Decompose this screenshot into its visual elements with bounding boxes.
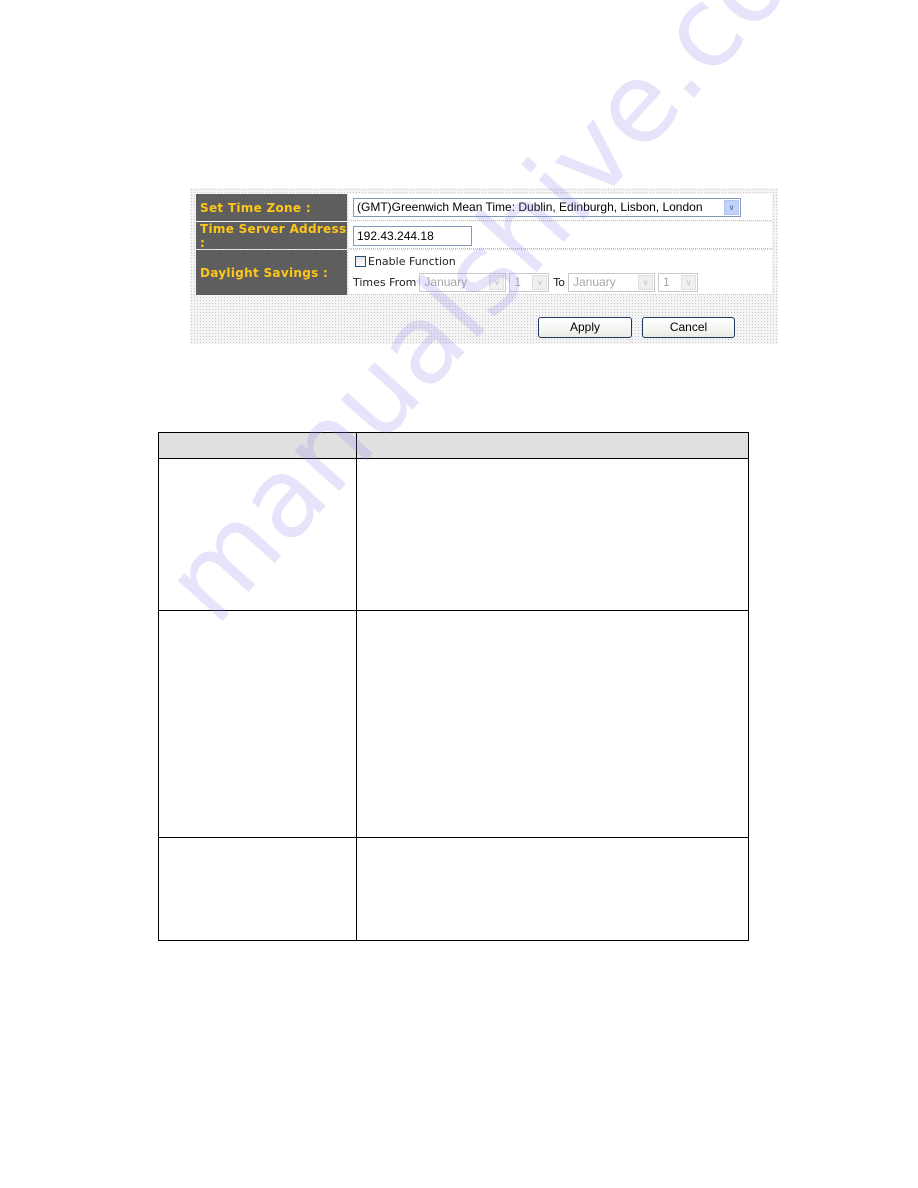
daylight-savings-label: Daylight Savings : [196,250,347,295]
daylight-savings-row: Daylight Savings : Enable Function Times… [196,250,772,295]
time-settings-form: Set Time Zone : (GMT)Greenwich Mean Time… [190,188,778,344]
table-row [158,837,749,941]
to-day-select[interactable]: 1 ∨ [658,273,698,292]
table-cell [158,610,357,838]
table-cell [356,610,749,838]
chevron-down-icon[interactable]: ∨ [724,200,739,215]
from-month-value: January [424,275,468,289]
time-zone-select[interactable]: (GMT)Greenwich Mean Time: Dublin, Edinbu… [353,198,741,217]
description-table [158,432,749,941]
cancel-button[interactable]: Cancel [642,317,735,338]
table-cell [356,837,749,941]
time-server-label: Time Server Address : [196,222,347,250]
time-server-cell: 192.43.244.18 [349,222,772,249]
chevron-down-icon[interactable]: ∨ [638,275,653,290]
daylight-times: Times From January ∨ 1 ∨ To January ∨ 1 … [353,273,698,292]
enable-function-option: Enable Function [355,255,456,268]
chevron-down-icon[interactable]: ∨ [681,275,696,290]
apply-button[interactable]: Apply [538,317,632,338]
time-server-input[interactable]: 192.43.244.18 [353,226,472,246]
enable-function-checkbox[interactable] [355,256,366,267]
time-zone-cell: (GMT)Greenwich Mean Time: Dublin, Edinbu… [349,194,772,221]
to-label: To [553,276,565,289]
enable-function-label: Enable Function [368,255,456,268]
table-cell [356,458,749,611]
times-from-label: Times From [353,276,417,289]
time-zone-row: Set Time Zone : (GMT)Greenwich Mean Time… [196,194,772,221]
from-day-select[interactable]: 1 ∨ [509,273,550,292]
to-month-select[interactable]: January ∨ [568,273,655,292]
from-month-select[interactable]: January ∨ [419,273,507,292]
from-day-value: 1 [514,275,522,289]
table-header-row [158,432,749,459]
time-server-row: Time Server Address : 192.43.244.18 [196,222,772,250]
to-month-value: January [573,275,616,289]
table-cell [158,458,357,611]
chevron-down-icon[interactable]: ∨ [532,275,548,290]
table-header-cell [158,432,357,459]
table-row [158,610,749,838]
chevron-down-icon[interactable]: ∨ [489,275,505,290]
table-cell [158,837,357,941]
daylight-savings-cell: Enable Function Times From January ∨ 1 ∨… [349,250,772,295]
table-header-cell [356,432,749,459]
time-zone-label: Set Time Zone : [196,194,347,221]
table-row [158,458,749,611]
time-zone-selected: (GMT)Greenwich Mean Time: Dublin, Edinbu… [357,200,703,214]
to-day-value: 1 [663,275,670,289]
